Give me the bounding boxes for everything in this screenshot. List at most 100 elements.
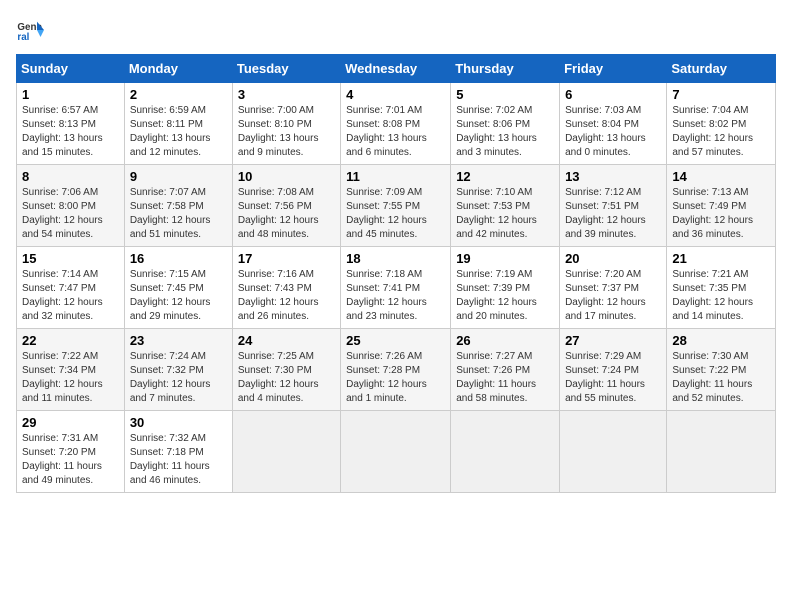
- calendar-cell: 24 Sunrise: 7:25 AM Sunset: 7:30 PM Dayl…: [232, 329, 340, 411]
- calendar-table: SundayMondayTuesdayWednesdayThursdayFrid…: [16, 54, 776, 493]
- day-number: 23: [130, 333, 227, 348]
- day-detail: Sunrise: 7:29 AM Sunset: 7:24 PM Dayligh…: [565, 350, 661, 406]
- calendar-cell: 9 Sunrise: 7:07 AM Sunset: 7:58 PM Dayli…: [124, 165, 232, 247]
- day-number: 2: [130, 87, 227, 102]
- dow-header-saturday: Saturday: [667, 55, 776, 83]
- calendar-week-row: 8 Sunrise: 7:06 AM Sunset: 8:00 PM Dayli…: [17, 165, 776, 247]
- dow-header-monday: Monday: [124, 55, 232, 83]
- day-detail: Sunrise: 7:00 AM Sunset: 8:10 PM Dayligh…: [238, 104, 335, 160]
- calendar-cell: 26 Sunrise: 7:27 AM Sunset: 7:26 PM Dayl…: [451, 329, 560, 411]
- calendar-cell: 13 Sunrise: 7:12 AM Sunset: 7:51 PM Dayl…: [560, 165, 667, 247]
- day-detail: Sunrise: 6:57 AM Sunset: 8:13 PM Dayligh…: [22, 104, 119, 160]
- calendar-week-row: 22 Sunrise: 7:22 AM Sunset: 7:34 PM Dayl…: [17, 329, 776, 411]
- day-detail: Sunrise: 7:08 AM Sunset: 7:56 PM Dayligh…: [238, 186, 335, 242]
- day-detail: Sunrise: 7:20 AM Sunset: 7:37 PM Dayligh…: [565, 268, 661, 324]
- calendar-cell: [232, 411, 340, 493]
- calendar-cell: [667, 411, 776, 493]
- page-header: Gene ral: [16, 16, 776, 44]
- calendar-cell: 16 Sunrise: 7:15 AM Sunset: 7:45 PM Dayl…: [124, 247, 232, 329]
- day-number: 13: [565, 169, 661, 184]
- day-number: 14: [672, 169, 770, 184]
- day-detail: Sunrise: 7:03 AM Sunset: 8:04 PM Dayligh…: [565, 104, 661, 160]
- day-number: 15: [22, 251, 119, 266]
- calendar-cell: [560, 411, 667, 493]
- day-detail: Sunrise: 7:21 AM Sunset: 7:35 PM Dayligh…: [672, 268, 770, 324]
- day-detail: Sunrise: 7:30 AM Sunset: 7:22 PM Dayligh…: [672, 350, 770, 406]
- day-detail: Sunrise: 7:22 AM Sunset: 7:34 PM Dayligh…: [22, 350, 119, 406]
- day-detail: Sunrise: 7:26 AM Sunset: 7:28 PM Dayligh…: [346, 350, 445, 406]
- calendar-cell: 8 Sunrise: 7:06 AM Sunset: 8:00 PM Dayli…: [17, 165, 125, 247]
- calendar-cell: [341, 411, 451, 493]
- day-number: 17: [238, 251, 335, 266]
- day-number: 24: [238, 333, 335, 348]
- calendar-cell: 12 Sunrise: 7:10 AM Sunset: 7:53 PM Dayl…: [451, 165, 560, 247]
- day-detail: Sunrise: 7:13 AM Sunset: 7:49 PM Dayligh…: [672, 186, 770, 242]
- calendar-cell: 27 Sunrise: 7:29 AM Sunset: 7:24 PM Dayl…: [560, 329, 667, 411]
- day-detail: Sunrise: 6:59 AM Sunset: 8:11 PM Dayligh…: [130, 104, 227, 160]
- calendar-cell: 28 Sunrise: 7:30 AM Sunset: 7:22 PM Dayl…: [667, 329, 776, 411]
- calendar-week-row: 29 Sunrise: 7:31 AM Sunset: 7:20 PM Dayl…: [17, 411, 776, 493]
- calendar-cell: 17 Sunrise: 7:16 AM Sunset: 7:43 PM Dayl…: [232, 247, 340, 329]
- day-detail: Sunrise: 7:25 AM Sunset: 7:30 PM Dayligh…: [238, 350, 335, 406]
- calendar-cell: 6 Sunrise: 7:03 AM Sunset: 8:04 PM Dayli…: [560, 83, 667, 165]
- calendar-cell: 14 Sunrise: 7:13 AM Sunset: 7:49 PM Dayl…: [667, 165, 776, 247]
- day-number: 29: [22, 415, 119, 430]
- day-detail: Sunrise: 7:31 AM Sunset: 7:20 PM Dayligh…: [22, 432, 119, 488]
- calendar-cell: 3 Sunrise: 7:00 AM Sunset: 8:10 PM Dayli…: [232, 83, 340, 165]
- day-number: 8: [22, 169, 119, 184]
- calendar-cell: [451, 411, 560, 493]
- calendar-week-row: 1 Sunrise: 6:57 AM Sunset: 8:13 PM Dayli…: [17, 83, 776, 165]
- day-number: 12: [456, 169, 554, 184]
- day-detail: Sunrise: 7:19 AM Sunset: 7:39 PM Dayligh…: [456, 268, 554, 324]
- calendar-cell: 4 Sunrise: 7:01 AM Sunset: 8:08 PM Dayli…: [341, 83, 451, 165]
- day-detail: Sunrise: 7:14 AM Sunset: 7:47 PM Dayligh…: [22, 268, 119, 324]
- day-number: 22: [22, 333, 119, 348]
- logo: Gene ral: [16, 16, 48, 44]
- day-number: 25: [346, 333, 445, 348]
- calendar-cell: 20 Sunrise: 7:20 AM Sunset: 7:37 PM Dayl…: [560, 247, 667, 329]
- day-number: 11: [346, 169, 445, 184]
- dow-header-wednesday: Wednesday: [341, 55, 451, 83]
- day-number: 7: [672, 87, 770, 102]
- calendar-cell: 10 Sunrise: 7:08 AM Sunset: 7:56 PM Dayl…: [232, 165, 340, 247]
- day-number: 5: [456, 87, 554, 102]
- calendar-cell: 7 Sunrise: 7:04 AM Sunset: 8:02 PM Dayli…: [667, 83, 776, 165]
- day-number: 9: [130, 169, 227, 184]
- day-number: 27: [565, 333, 661, 348]
- day-detail: Sunrise: 7:27 AM Sunset: 7:26 PM Dayligh…: [456, 350, 554, 406]
- day-number: 4: [346, 87, 445, 102]
- calendar-cell: 11 Sunrise: 7:09 AM Sunset: 7:55 PM Dayl…: [341, 165, 451, 247]
- day-number: 1: [22, 87, 119, 102]
- calendar-cell: 23 Sunrise: 7:24 AM Sunset: 7:32 PM Dayl…: [124, 329, 232, 411]
- calendar-cell: 5 Sunrise: 7:02 AM Sunset: 8:06 PM Dayli…: [451, 83, 560, 165]
- day-number: 30: [130, 415, 227, 430]
- svg-text:ral: ral: [17, 32, 29, 43]
- dow-header-sunday: Sunday: [17, 55, 125, 83]
- dow-header-tuesday: Tuesday: [232, 55, 340, 83]
- day-detail: Sunrise: 7:24 AM Sunset: 7:32 PM Dayligh…: [130, 350, 227, 406]
- calendar-cell: 1 Sunrise: 6:57 AM Sunset: 8:13 PM Dayli…: [17, 83, 125, 165]
- calendar-cell: 15 Sunrise: 7:14 AM Sunset: 7:47 PM Dayl…: [17, 247, 125, 329]
- day-number: 18: [346, 251, 445, 266]
- calendar-cell: 29 Sunrise: 7:31 AM Sunset: 7:20 PM Dayl…: [17, 411, 125, 493]
- day-number: 20: [565, 251, 661, 266]
- day-number: 6: [565, 87, 661, 102]
- day-detail: Sunrise: 7:32 AM Sunset: 7:18 PM Dayligh…: [130, 432, 227, 488]
- calendar-cell: 30 Sunrise: 7:32 AM Sunset: 7:18 PM Dayl…: [124, 411, 232, 493]
- day-number: 21: [672, 251, 770, 266]
- calendar-cell: 22 Sunrise: 7:22 AM Sunset: 7:34 PM Dayl…: [17, 329, 125, 411]
- day-number: 28: [672, 333, 770, 348]
- day-detail: Sunrise: 7:15 AM Sunset: 7:45 PM Dayligh…: [130, 268, 227, 324]
- day-detail: Sunrise: 7:18 AM Sunset: 7:41 PM Dayligh…: [346, 268, 445, 324]
- day-detail: Sunrise: 7:10 AM Sunset: 7:53 PM Dayligh…: [456, 186, 554, 242]
- calendar-cell: 2 Sunrise: 6:59 AM Sunset: 8:11 PM Dayli…: [124, 83, 232, 165]
- day-detail: Sunrise: 7:06 AM Sunset: 8:00 PM Dayligh…: [22, 186, 119, 242]
- day-number: 10: [238, 169, 335, 184]
- day-detail: Sunrise: 7:04 AM Sunset: 8:02 PM Dayligh…: [672, 104, 770, 160]
- calendar-cell: 19 Sunrise: 7:19 AM Sunset: 7:39 PM Dayl…: [451, 247, 560, 329]
- dow-header-thursday: Thursday: [451, 55, 560, 83]
- day-detail: Sunrise: 7:02 AM Sunset: 8:06 PM Dayligh…: [456, 104, 554, 160]
- day-number: 19: [456, 251, 554, 266]
- calendar-cell: 25 Sunrise: 7:26 AM Sunset: 7:28 PM Dayl…: [341, 329, 451, 411]
- day-number: 3: [238, 87, 335, 102]
